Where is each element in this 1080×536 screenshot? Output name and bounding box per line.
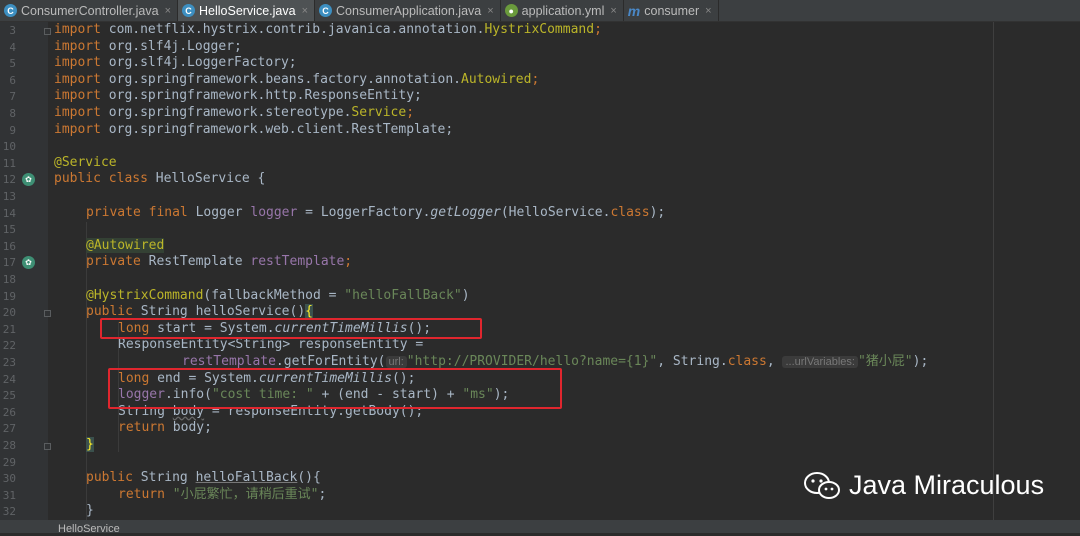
code-line-17: private RestTemplate restTemplate; bbox=[86, 254, 353, 270]
breadcrumb[interactable]: HelloService bbox=[58, 523, 120, 536]
tab-consumer-pom[interactable]: m consumer × bbox=[624, 0, 719, 21]
code-line-8: import org.springframework.stereotype.Se… bbox=[54, 105, 415, 120]
code-line-22: ResponseEntity<String> responseEntity = bbox=[118, 337, 424, 353]
line-number: 3 bbox=[9, 24, 16, 37]
tab-consumer-application[interactable]: C ConsumerApplication.java × bbox=[315, 0, 501, 21]
line-number: 29 bbox=[2, 455, 16, 469]
line-number: 19 bbox=[2, 289, 16, 303]
parameter-hint: ...urlVariables: bbox=[782, 356, 858, 368]
watermark-text: Java Miraculous bbox=[849, 470, 1045, 500]
line-number: 18 bbox=[2, 273, 16, 286]
line-number: 6 bbox=[9, 73, 16, 87]
close-icon[interactable]: × bbox=[610, 5, 616, 17]
code-line-14: private final Logger logger = LoggerFact… bbox=[86, 204, 666, 220]
tab-application-yml[interactable]: ● application.yml × bbox=[501, 0, 624, 21]
code-line-11: @Service bbox=[54, 154, 117, 170]
line-number: 16 bbox=[2, 239, 16, 253]
spring-app-icon: C bbox=[319, 4, 333, 17]
code-line-32: } bbox=[86, 503, 94, 519]
tab-label: HelloService.java bbox=[199, 3, 296, 18]
autowired-gutter-icon[interactable]: ✿ bbox=[22, 256, 35, 269]
code-line-31: return "小屁繁忙，请稍后重试"; bbox=[118, 486, 327, 502]
tab-label: ConsumerApplication.java bbox=[336, 3, 482, 18]
code-line-4: import org.slf4j.Logger; bbox=[54, 38, 242, 54]
line-number: 4 bbox=[9, 40, 16, 54]
tab-label: consumer bbox=[644, 3, 700, 18]
code-line-9: import org.springframework.web.client.Re… bbox=[54, 121, 454, 137]
line-number: 8 bbox=[9, 107, 16, 120]
code-editor[interactable]: import com.netflix.hystrix.contrib.javan… bbox=[48, 22, 1080, 522]
line-number-gutter[interactable]: 3 4 5 6 7 8 9 10 11 12 13 14 15 16 17 18… bbox=[0, 22, 51, 520]
tab-label: ConsumerController.java bbox=[21, 3, 159, 18]
code-line-5: import org.slf4j.LoggerFactory; bbox=[54, 55, 297, 71]
line-number: 12 bbox=[2, 173, 16, 187]
close-icon[interactable]: × bbox=[165, 5, 171, 17]
tab-consumer-controller[interactable]: C ConsumerController.java × bbox=[0, 0, 178, 21]
tab-hello-service[interactable]: C HelloService.java × bbox=[178, 0, 316, 21]
line-number: 21 bbox=[2, 322, 16, 336]
line-number: 25 bbox=[2, 389, 16, 403]
line-number: 14 bbox=[2, 206, 16, 220]
line-number: 10 bbox=[2, 140, 16, 154]
wechat-icon bbox=[804, 471, 840, 499]
tab-label: application.yml bbox=[521, 3, 605, 18]
code-line-19: @HystrixCommand(fallbackMethod = "helloF… bbox=[86, 287, 470, 303]
code-line-12: public class HelloService { bbox=[54, 171, 266, 187]
highlight-box-start-time bbox=[100, 318, 482, 339]
java-class-icon: C bbox=[4, 4, 17, 17]
yml-file-icon: ● bbox=[504, 4, 518, 17]
line-number: 17 bbox=[2, 256, 16, 270]
line-number: 31 bbox=[2, 488, 16, 502]
line-number: 28 bbox=[2, 439, 16, 452]
line-number: 24 bbox=[2, 372, 16, 386]
line-number: 5 bbox=[9, 57, 16, 71]
line-number: 26 bbox=[2, 405, 16, 419]
code-line-7: import org.springframework.http.Response… bbox=[54, 88, 422, 104]
line-number: 11 bbox=[2, 156, 16, 170]
line-number: 32 bbox=[2, 505, 16, 519]
java-class-icon: C bbox=[182, 4, 195, 17]
watermark: Java Miraculous bbox=[803, 470, 1044, 501]
code-line-16: @Autowired bbox=[86, 237, 165, 253]
line-number: 23 bbox=[2, 356, 16, 369]
close-icon[interactable]: × bbox=[705, 5, 711, 17]
line-number: 22 bbox=[2, 339, 16, 353]
close-icon[interactable]: × bbox=[487, 5, 493, 17]
code-line-28: } bbox=[86, 437, 94, 452]
spring-bean-gutter-icon[interactable]: ✿ bbox=[22, 173, 35, 186]
breadcrumb-bar: HelloService bbox=[0, 520, 1080, 536]
code-line-6: import org.springframework.beans.factory… bbox=[54, 71, 540, 87]
line-number: 7 bbox=[9, 90, 16, 104]
maven-icon: m bbox=[627, 2, 641, 19]
code-line-3: import com.netflix.hystrix.contrib.javan… bbox=[54, 22, 602, 37]
line-number: 13 bbox=[2, 190, 16, 203]
line-number: 30 bbox=[2, 472, 16, 486]
parameter-hint: url: bbox=[385, 356, 407, 368]
editor-tab-bar: C ConsumerController.java × C HelloServi… bbox=[0, 0, 1080, 22]
code-line-30: public String helloFallBack(){ bbox=[86, 470, 321, 486]
line-number: 20 bbox=[2, 306, 16, 320]
line-number: 9 bbox=[9, 123, 16, 137]
line-number: 27 bbox=[2, 422, 16, 436]
code-line-27: return body; bbox=[118, 420, 212, 436]
line-number: 15 bbox=[2, 223, 16, 237]
highlight-box-cost-log bbox=[108, 368, 562, 409]
close-icon[interactable]: × bbox=[302, 5, 308, 17]
